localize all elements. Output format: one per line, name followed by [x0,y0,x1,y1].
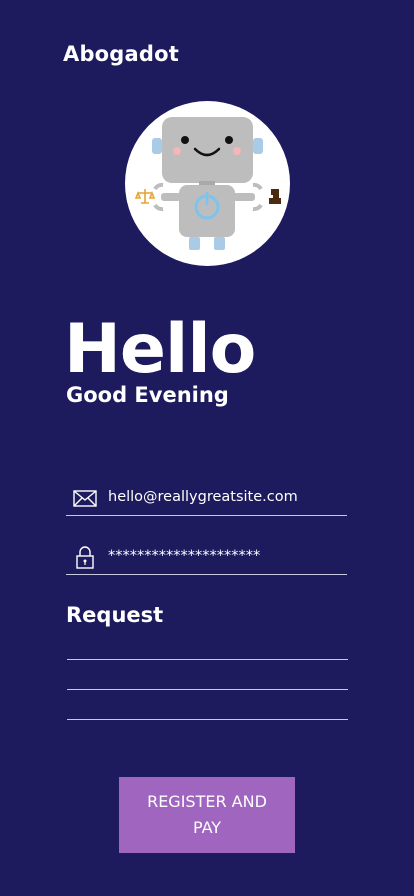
email-input[interactable] [108,486,338,508]
request-line-1[interactable] [67,659,348,660]
password-field[interactable] [66,540,347,575]
register-button-label: REGISTER AND PAY [147,792,267,837]
request-label: Request [66,603,164,627]
greeting-text: Good Evening [66,383,229,407]
password-input[interactable] [108,545,338,567]
email-field[interactable] [66,481,347,516]
request-line-3[interactable] [67,719,348,720]
envelope-icon [73,490,97,507]
request-line-2[interactable] [67,689,348,690]
robot-mascot-icon [125,101,290,266]
hero-title: Hello [64,310,256,389]
brand-name: Abogadot [63,42,180,66]
register-and-pay-button[interactable]: REGISTER AND PAY [119,777,295,853]
lock-icon [76,546,94,569]
